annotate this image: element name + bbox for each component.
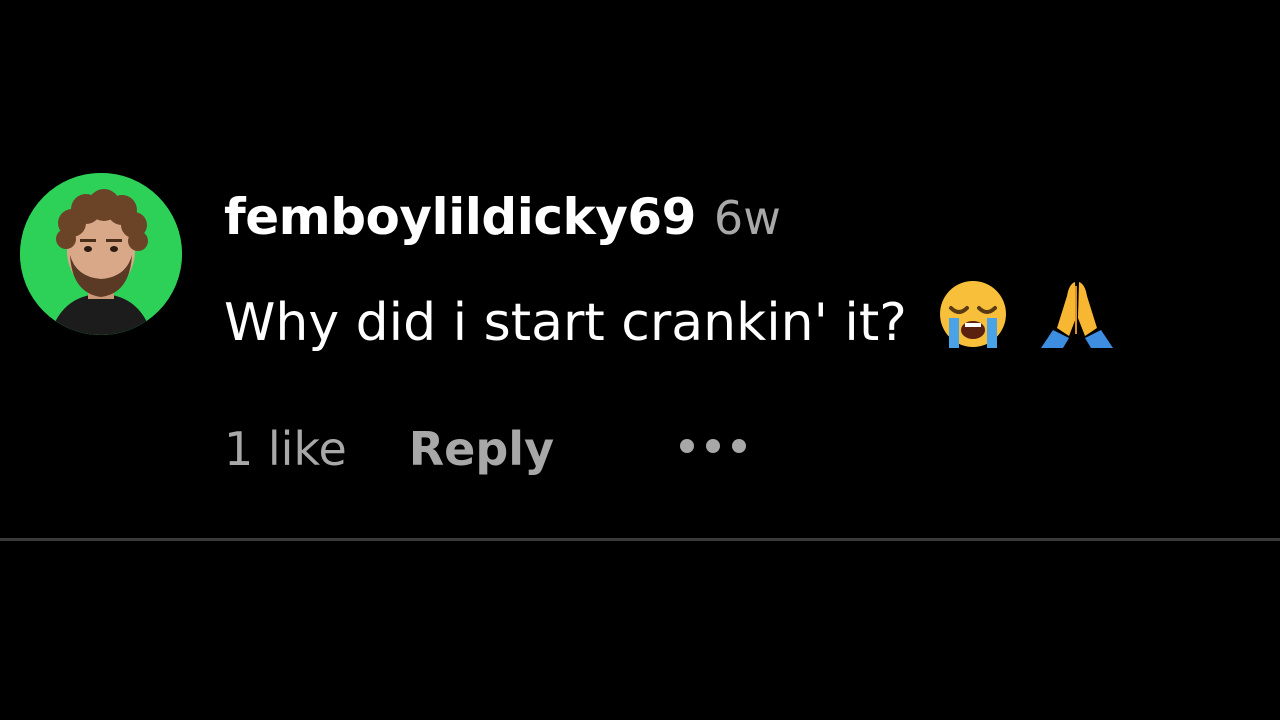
likes-count[interactable]: 1 like (224, 422, 347, 476)
comment-body: femboylildicky69 6w Why did i start crank… (224, 188, 1264, 476)
reply-button[interactable]: Reply (409, 422, 554, 476)
comment-text: Why did i start crankin' it? (224, 293, 907, 353)
comment-text-line: Why did i start crankin' it? (224, 278, 1115, 363)
comment-item: femboylildicky69 6w Why did i start crank… (0, 0, 1280, 540)
comment-header: femboylildicky69 6w (224, 188, 1264, 260)
loudly-crying-face-emoji (937, 278, 1009, 363)
username[interactable]: femboylildicky69 (224, 188, 696, 246)
folded-hands-emoji (1039, 278, 1115, 363)
avatar[interactable] (20, 173, 182, 335)
comment-actions: 1 like Reply (224, 410, 758, 476)
avatar-image (20, 173, 182, 335)
divider (0, 538, 1280, 541)
more-options-icon[interactable] (680, 410, 758, 464)
timestamp[interactable]: 6w (714, 191, 781, 245)
